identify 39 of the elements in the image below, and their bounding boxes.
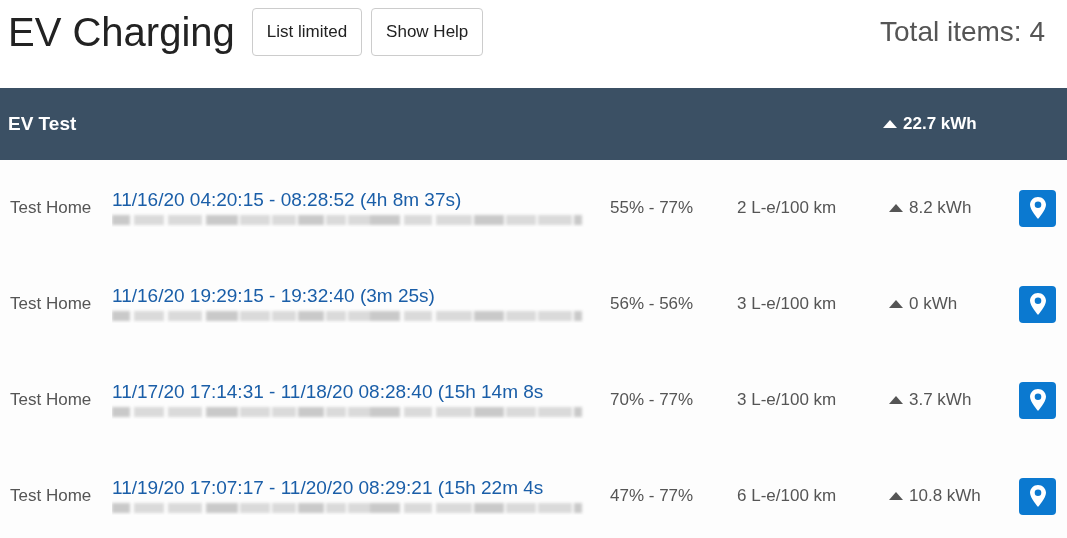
session-time-link[interactable]: 11/16/20 19:29:15 - 19:32:40 (3m 25s): [112, 285, 610, 307]
map-pin-icon: [1029, 197, 1046, 219]
map-pin-icon: [1029, 293, 1046, 315]
location-text: Test Home: [10, 390, 93, 410]
location-pin-button[interactable]: [1019, 189, 1056, 227]
consumption-text: 6 L-e/100 km: [737, 486, 838, 506]
soc-range: 47% - 77%: [610, 486, 695, 506]
consumption-text: 3 L-e/100 km: [737, 294, 838, 314]
toolbar-button[interactable]: Show Help: [371, 8, 484, 56]
total-items: Total items: 4: [880, 16, 1045, 48]
triangle-up-icon: [889, 396, 903, 404]
page-title: EV Charging: [8, 9, 235, 55]
triangle-up-icon: [889, 492, 903, 500]
consumption-text: 2 L-e/100 km: [737, 198, 838, 218]
map-pin-icon: [1029, 485, 1046, 507]
energy-text: 8.2 kWh: [909, 198, 972, 218]
triangle-up-icon: [889, 204, 903, 212]
consumption-text: 3 L-e/100 km: [737, 390, 838, 410]
location-pin-button[interactable]: [1019, 477, 1056, 515]
soc-range: 70% - 77%: [610, 390, 695, 410]
session-time-link[interactable]: 11/19/20 17:07:17 - 11/20/20 08:29:21 (15h 22m 4s: [112, 477, 610, 499]
location-text: Test Home: [10, 294, 93, 314]
toolbar-button[interactable]: List limited: [251, 8, 363, 56]
location-text: Test Home: [10, 198, 93, 218]
session-time-link[interactable]: 11/17/20 17:14:31 - 11/18/20 08:28:40 (15h 14m 8s: [112, 381, 610, 403]
group-energy: 22.7 kWh: [903, 114, 977, 134]
group-name: EV Test: [8, 113, 78, 135]
energy-text: 0 kWh: [909, 294, 958, 314]
location-pin-button[interactable]: [1019, 381, 1056, 419]
energy-text: 3.7 kWh: [909, 390, 972, 410]
energy-text: 10.8 kWh: [909, 486, 981, 506]
location-pin-button[interactable]: [1019, 285, 1056, 323]
location-text: Test Home: [10, 486, 93, 506]
triangle-up-icon: [883, 120, 897, 128]
triangle-up-icon: [889, 300, 903, 308]
map-pin-icon: [1029, 389, 1046, 411]
session-time-link[interactable]: 11/16/20 04:20:15 - 08:28:52 (4h 8m 37s): [112, 189, 610, 211]
soc-range: 55% - 77%: [610, 198, 695, 218]
soc-range: 56% - 56%: [610, 294, 695, 314]
